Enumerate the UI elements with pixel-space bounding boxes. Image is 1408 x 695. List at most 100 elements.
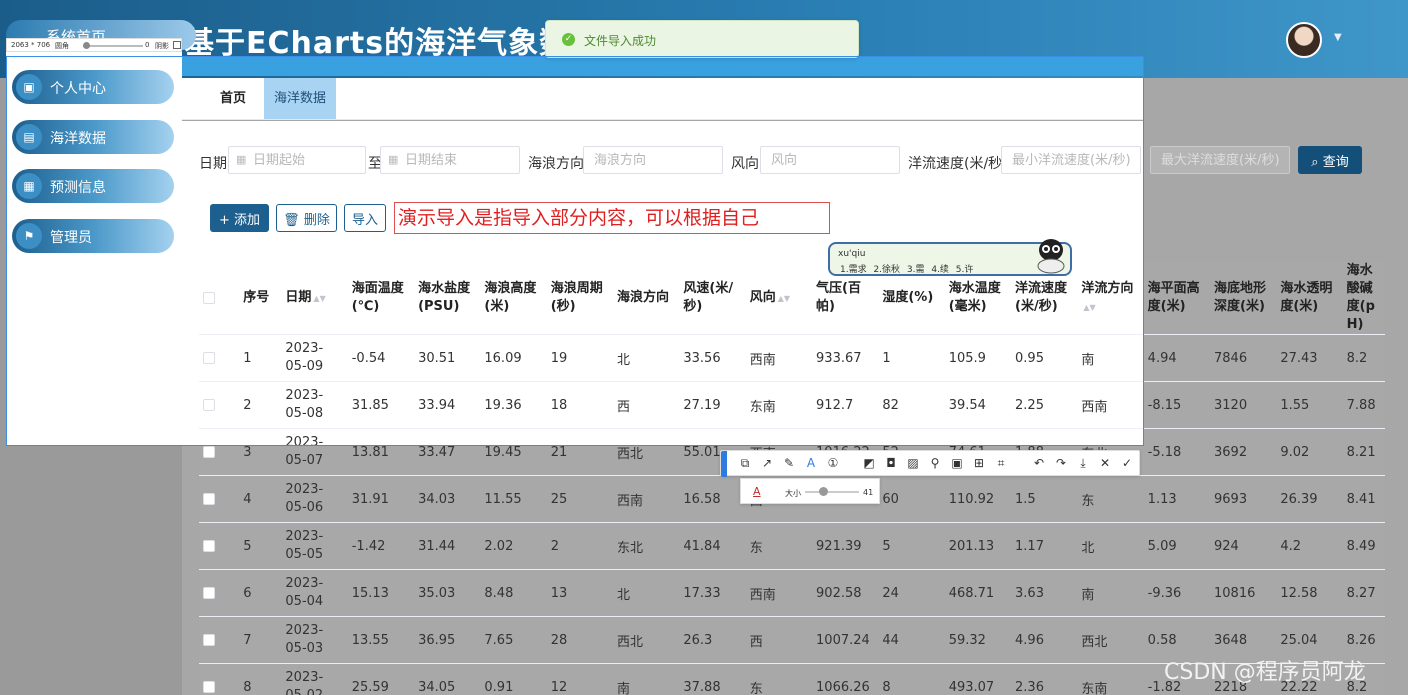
slider-handle[interactable] [819, 487, 828, 496]
font-color-icon[interactable]: A [753, 485, 761, 498]
table-row[interactable]: 2 2023-05-08 31.85 33.94 19.36 18 西 27.19 东南 912.… [199, 382, 1385, 429]
table-cell: 10816 [1214, 585, 1256, 601]
table-cell: 7.88 [1346, 397, 1376, 413]
pen-tool-icon[interactable]: ✎ [781, 455, 797, 471]
column-header-wind-dir[interactable]: 风向 ▲▼ [746, 262, 812, 335]
column-header-date[interactable]: 日期 ▲▼ [281, 262, 347, 335]
undo-icon[interactable]: ↶ [1031, 455, 1047, 471]
table-cell: 27.43 [1280, 350, 1318, 366]
blur-tool-icon[interactable]: ◘ [883, 455, 899, 471]
toolbar-pin-handle[interactable] [721, 451, 727, 477]
select-all-cell[interactable] [199, 262, 239, 335]
table-cell: 1.13 [1147, 491, 1177, 507]
table-cell: 西北 [617, 446, 644, 462]
wind-direction-input[interactable] [760, 146, 900, 174]
sidebar-item-ocean-data[interactable]: ▤ 海洋数据 [12, 120, 174, 154]
marker-tool-icon[interactable]: ① [825, 455, 841, 471]
chevron-down-icon[interactable]: ▼ [1334, 32, 1342, 43]
ocr-icon[interactable]: ▣ [949, 455, 965, 471]
ime-candidates[interactable]: 1.需求 2.徐秋 3.需 4.续 5.许 [840, 262, 973, 275]
sort-icon[interactable]: ▲▼ [778, 294, 790, 303]
share-icon[interactable]: ↷ [1053, 455, 1069, 471]
round-corner-slider[interactable] [85, 45, 143, 47]
pin-icon[interactable]: ⚲ [927, 455, 943, 471]
row-select-cell[interactable] [199, 335, 239, 382]
table-cell: 493.07 [948, 679, 995, 695]
plus-icon: + [218, 212, 234, 228]
sidebar-item-profile[interactable]: ▣ 个人中心 [12, 70, 174, 104]
tab-ocean-data[interactable]: 海洋数据 [264, 78, 337, 119]
crop-icon[interactable]: ⌗ [993, 455, 1009, 471]
table-cell: 8.49 [1346, 538, 1376, 554]
avatar[interactable] [1286, 22, 1322, 58]
row-checkbox[interactable] [203, 634, 215, 646]
shadow-checkbox[interactable] [173, 41, 181, 49]
selection-top-strip [182, 56, 1144, 76]
wave-direction-input[interactable] [583, 146, 723, 174]
slider-handle[interactable] [83, 42, 90, 49]
close-icon[interactable]: ✕ [1097, 455, 1113, 471]
date-end-input[interactable] [380, 146, 520, 174]
text-tool-options: A 大小 41 [740, 478, 880, 504]
table-cell: 34.03 [418, 491, 456, 507]
row-checkbox[interactable] [203, 681, 215, 693]
table-cell: 59.32 [948, 632, 986, 648]
arrow-tool-icon[interactable]: ↗ [759, 455, 775, 471]
mosaic-tool-icon[interactable]: ◩ [861, 455, 877, 471]
column-header: 风速(米/秒) [683, 281, 734, 314]
row-select-cell[interactable] [199, 617, 239, 664]
table-row[interactable]: 6 2023-05-04 15.13 35.03 8.48 13 北 17.33 西南 902.5… [199, 570, 1385, 617]
sidebar-item-admin[interactable]: ⚑ 管理员 [12, 219, 174, 253]
table-cell: 24 [882, 585, 899, 601]
translate-icon[interactable]: ⊞ [971, 455, 987, 471]
column-header-current-dir[interactable]: 洋流方向▲▼ [1077, 262, 1143, 335]
table-cell: 19.45 [484, 444, 522, 460]
table-cell: 3.63 [1015, 585, 1044, 601]
column-header: 海浪方向 [617, 290, 670, 305]
text-tool-icon[interactable]: A [803, 455, 819, 471]
row-checkbox[interactable] [203, 493, 215, 505]
selection-size-readout: 2063 * 706 [11, 41, 51, 49]
tab-home[interactable]: 首页 [210, 78, 256, 119]
row-checkbox[interactable] [203, 446, 215, 458]
row-select-cell[interactable] [199, 523, 239, 570]
column-header: 海浪高度(米) [484, 281, 537, 314]
add-button[interactable]: + 添加 [210, 204, 269, 232]
table-cell: 西 [749, 634, 763, 650]
table-cell: 2.02 [484, 538, 514, 554]
table-cell: 3120 [1214, 397, 1248, 413]
row-select-cell[interactable] [199, 382, 239, 429]
annotation-text-box[interactable]: 演示导入是指导入部分内容，可以根据自己 [394, 202, 830, 234]
row-select-cell[interactable] [199, 664, 239, 695]
download-icon[interactable]: ⤓ [1075, 455, 1091, 471]
row-checkbox[interactable] [203, 399, 215, 411]
delete-button[interactable]: 🗑 删除 [276, 204, 337, 232]
query-button[interactable]: ⌕ 查询 [1298, 146, 1362, 174]
screenshot-drawing-toolbar: ⧉ ↗ ✎ A ① ◩ ◘ ▨ ⚲ ▣ ⊞ ⌗ ↶ ↷ ⤓ ✕ ✓ [720, 450, 1140, 477]
table-cell: 18 [550, 397, 568, 413]
sort-icon[interactable]: ▲▼ [313, 294, 325, 303]
table-row[interactable]: 1 2023-05-09 -0.54 30.51 16.09 19 北 33.56 西南 933.… [199, 335, 1385, 382]
sort-icon[interactable]: ▲▼ [1083, 303, 1095, 312]
row-checkbox[interactable] [203, 352, 215, 364]
table-cell: 2 [243, 397, 252, 413]
row-select-cell[interactable] [199, 429, 239, 476]
min-current-speed-input[interactable] [1001, 146, 1141, 174]
select-all-checkbox[interactable] [203, 291, 215, 304]
table-row[interactable]: 5 2023-05-05 -1.42 31.44 2.02 2 东北 41.84 东 921.39… [199, 523, 1385, 570]
confirm-check-icon[interactable]: ✓ [1119, 455, 1135, 471]
max-current-speed-input[interactable] [1150, 146, 1290, 174]
import-button[interactable]: 导入 [344, 204, 386, 232]
row-checkbox[interactable] [203, 587, 215, 599]
date-start-input[interactable] [228, 146, 366, 174]
row-select-cell[interactable] [199, 476, 239, 523]
font-size-slider[interactable] [805, 491, 859, 493]
row-select-cell[interactable] [199, 570, 239, 617]
table-cell: 2023-05-03 [285, 623, 324, 656]
table-cell: 0.95 [1015, 350, 1044, 366]
hatch-tool-icon[interactable]: ▨ [905, 455, 921, 471]
sidebar-item-forecast[interactable]: ▦ 预测信息 [12, 169, 174, 203]
table-cell: 1007.24 [816, 632, 870, 648]
rectangle-tool-icon[interactable]: ⧉ [737, 455, 753, 471]
row-checkbox[interactable] [203, 540, 215, 552]
